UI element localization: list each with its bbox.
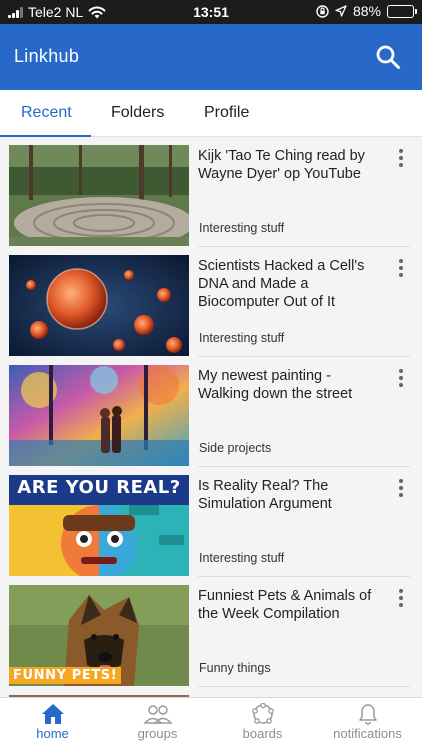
bottom-nav: home groups boards notifications [0, 697, 422, 750]
link-list: Kijk 'Tao Te Ching read by Wayne Dyer' o… [0, 137, 422, 697]
divider [198, 686, 410, 687]
thumbnail-caption: ARE YOU REAL? [17, 477, 181, 498]
more-options-icon[interactable] [394, 259, 408, 277]
link-folder: Funny things [199, 661, 271, 675]
status-right: 88% [298, 3, 417, 19]
link-item[interactable]: Scientists Hacked a Cell's DNA and Made … [0, 247, 422, 357]
nav-home-label: home [36, 726, 69, 741]
link-item[interactable]: ARE YOU REAL? Is Reality Real? The Simul… [0, 467, 422, 577]
tab-profile[interactable]: Profile [204, 104, 249, 122]
link-title: Funniest Pets & Animals of the Week Comp… [198, 588, 372, 622]
link-title: Kijk 'Tao Te Ching read by Wayne Dyer' o… [198, 148, 365, 182]
link-folder: Interesting stuff [199, 331, 285, 345]
app-title: Linkhub [14, 46, 80, 66]
link-thumbnail: FUNNY PETS! [9, 585, 189, 686]
battery-percent: 88% [352, 3, 381, 19]
app-bar: Linkhub [0, 24, 422, 90]
link-title: Scientists Hacked a Cell's DNA and Made … [198, 258, 365, 310]
more-options-icon[interactable] [394, 369, 408, 387]
link-thumbnail [9, 255, 189, 356]
link-item[interactable]: FUNNY PETS! Funniest Pets & Animals of t… [0, 577, 422, 687]
nav-notifications[interactable]: notifications [315, 703, 420, 741]
tab-recent[interactable]: Recent [21, 104, 72, 122]
orientation-lock-icon [316, 4, 329, 18]
nav-boards[interactable]: boards [210, 703, 315, 741]
status-bar: Tele2 NL 13:51 88% [0, 0, 422, 24]
location-icon [335, 5, 347, 17]
moon-icon [299, 6, 307, 17]
nav-groups[interactable]: groups [105, 703, 210, 741]
bell-icon [358, 704, 377, 725]
link-folder: Interesting stuff [199, 551, 285, 565]
tab-bar: Recent Folders Profile [0, 90, 422, 137]
link-thumbnail: ARE YOU REAL? [9, 475, 189, 576]
nav-boards-label: boards [242, 726, 283, 741]
thumbnail-caption: FUNNY PETS! [9, 667, 122, 684]
search-icon[interactable] [374, 43, 402, 71]
link-title: Is Reality Real? The Simulation Argument [198, 478, 332, 512]
more-options-icon[interactable] [394, 479, 408, 497]
link-folder: Side projects [199, 441, 272, 455]
more-options-icon[interactable] [394, 589, 408, 607]
link-thumbnail [9, 365, 189, 466]
link-title: My newest painting - Walking down the st… [198, 368, 353, 402]
tab-folders[interactable]: Folders [111, 104, 164, 122]
home-icon [41, 704, 64, 724]
more-options-icon[interactable] [394, 149, 408, 167]
link-thumbnail [9, 145, 189, 246]
groups-icon [142, 705, 173, 724]
link-item[interactable]: My newest painting - Walking down the st… [0, 357, 422, 467]
link-folder: Interesting stuff [199, 221, 285, 235]
boards-icon [251, 703, 274, 724]
battery-icon [387, 4, 417, 18]
nav-notifications-label: notifications [333, 726, 402, 741]
nav-home[interactable]: home [0, 703, 105, 741]
nav-groups-label: groups [137, 726, 178, 741]
link-item[interactable]: Kijk 'Tao Te Ching read by Wayne Dyer' o… [0, 137, 422, 247]
